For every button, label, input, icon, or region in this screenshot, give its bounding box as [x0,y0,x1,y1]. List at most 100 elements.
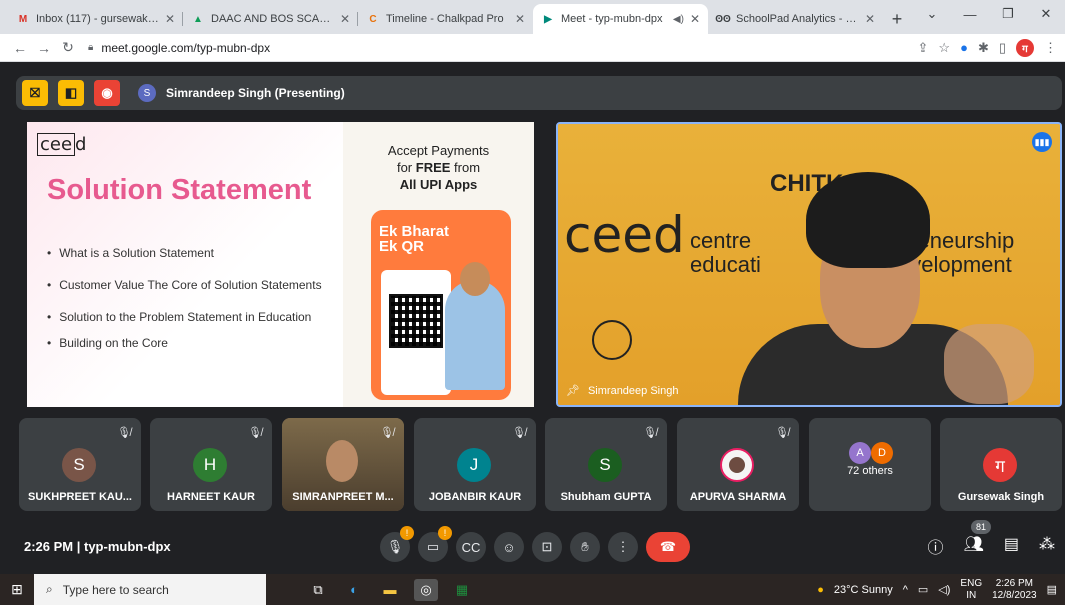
upi-advert: Accept Payments for FREE from All UPI Ap… [343,122,534,407]
search-placeholder: Type here to search [62,582,169,597]
pin-icon[interactable]: 📌︎ [566,384,580,397]
bookmark-star-icon[interactable]: ☆ [938,40,950,56]
camera-button[interactable]: ▭! [418,526,452,562]
back-icon[interactable]: ← [8,40,32,56]
excel-icon[interactable]: ▦ [450,579,474,601]
close-window-button[interactable]: ✕ [1027,0,1065,28]
microphone-button[interactable]: 🎙︎! [380,526,414,562]
tab-meet[interactable]: ▶ Meet - typ-mubn-dpx ◀) ✕ [533,4,708,34]
leave-call-button[interactable]: ☎︎ [646,532,690,562]
bulb-icon [592,320,632,360]
close-tab-icon[interactable]: ✕ [515,12,525,26]
close-tab-icon[interactable]: ✕ [340,12,350,26]
bullet-item: Building on the Core [47,336,322,368]
windows-start-icon[interactable]: ⊞ [0,581,34,598]
participant-photo [720,448,754,482]
participant-name: APURVA SHARMA [689,491,787,503]
participant-tile[interactable]: 🎙︎̸ S SUKHPREET KAU... [19,418,141,511]
participant-name: HARNEET KAUR [167,491,255,503]
forward-icon[interactable]: → [32,40,56,56]
tab-drive[interactable]: ▲ DAAC AND BOS SCAN FILE ✕ [183,4,358,34]
tab-title: DAAC AND BOS SCAN FILE [211,13,334,25]
tab-title: Timeline - Chalkpad Pro [386,13,504,25]
weather-text[interactable]: 23°C Sunny [834,584,893,596]
tab-search-icon[interactable]: ⌄ [913,0,951,28]
volume-icon[interactable]: ◁) [938,583,950,596]
extension-icon[interactable]: ● [960,40,968,55]
hide-presentation-button[interactable]: ⛝ [22,80,48,106]
participant-name: SIMRANPREET M... [292,491,394,503]
meet-stage: ⛝ ◧ ◉ S Simrandeep Singh (Presenting) ce… [0,62,1065,572]
menu-kebab-icon[interactable]: ⋮ [1044,40,1057,56]
captions-button[interactable]: CC [456,532,486,562]
share-icon[interactable]: ⇪ [918,40,929,56]
mic-off-icon: 🎙︎̸ [512,427,526,439]
raise-hand-button[interactable]: ✋︎ [570,532,600,562]
wall-logo: ceed [564,206,685,264]
presenter-video[interactable]: CHITKARA ceed centre educati preneurship… [556,122,1062,407]
close-tab-icon[interactable]: ✕ [690,12,700,26]
new-tab-button[interactable]: + [883,4,911,34]
participant-name: Shubham GUPTA [560,491,652,503]
gmail-icon: M [18,13,28,25]
drive-icon: ▲ [193,13,203,25]
advert-heading: Accept Payments for FREE from All UPI Ap… [387,143,490,192]
warning-icon: ! [400,526,414,540]
tab-gmail[interactable]: M Inbox (117) - gursewak.singh ✕ [8,4,183,34]
slide-bullets: What is a Solution Statement Customer Va… [47,246,322,368]
bullet-item: What is a Solution Statement [47,246,322,278]
task-view-icon[interactable]: ⧉ [306,579,330,601]
lock-icon[interactable]: 🔒︎ [88,42,93,53]
restore-button[interactable]: ❐ [989,0,1027,28]
meeting-details-icon[interactable]: ⓘ [928,534,944,558]
presentation-bar: ⛝ ◧ ◉ S Simrandeep Singh (Presenting) [16,76,1062,110]
language-indicator[interactable]: ENG IN [960,578,982,602]
taskbar-search[interactable]: ⌕ Type here to search [34,574,266,605]
participant-tile[interactable]: 🎙︎̸ H HARNEET KAUR [150,418,272,511]
speaking-indicator-icon: ▮▮▮ [1032,132,1052,152]
participant-tile[interactable]: 🎙︎̸ APURVA SHARMA [677,418,799,511]
tab-schoolpad[interactable]: ʘʘ SchoolPad Analytics - Chitkara ✕ [708,4,883,34]
video-name-label: 📌︎ Simrandeep Singh [566,384,679,398]
schoolpad-icon: ʘʘ [715,13,731,25]
reload-icon[interactable]: ↻ [56,39,80,56]
extensions-puzzle-icon[interactable]: ✱ [978,40,989,56]
mic-off-icon: 🎙︎̸ [775,427,789,439]
present-button[interactable]: ⊡ [532,532,562,562]
system-clock[interactable]: 2:26 PM 12/8/2023 [992,578,1037,602]
file-explorer-icon[interactable]: ▬ [378,579,402,601]
people-icon[interactable]: 👥︎ [964,534,984,558]
ad-person-image [445,262,505,390]
chalkpad-icon: C [369,13,377,25]
stop-presenting-button[interactable]: ◉ [94,80,120,106]
layout-button[interactable]: ◧ [58,80,84,106]
profile-avatar[interactable]: ग [1016,38,1034,57]
slide-title: Solution Statement [47,174,312,206]
participant-tile[interactable]: 🎙︎̸ S Shubham GUPTA [545,418,667,511]
tab-chalkpad[interactable]: C Timeline - Chalkpad Pro ✕ [358,4,533,34]
close-tab-icon[interactable]: ✕ [865,12,875,26]
emoji-button[interactable]: ☺ [494,532,524,562]
participant-tile[interactable]: 🎙︎̸ J JOBANBIR KAUR [414,418,536,511]
edge-icon[interactable]: ◐ [342,579,366,601]
minimize-button[interactable]: — [951,0,989,28]
participant-avatar: ग [983,448,1017,482]
warning-icon: ! [438,526,452,540]
url-text: meet.google.com/typ-mubn-dpx [101,40,271,55]
notifications-icon[interactable]: ▤ [1047,583,1057,596]
close-tab-icon[interactable]: ✕ [165,12,175,26]
chat-icon[interactable]: ▤ [1004,534,1019,558]
participant-avatar: H [193,448,227,482]
tab-title: SchoolPad Analytics - Chitkara [736,13,859,25]
address-bar[interactable]: 🔒︎ meet.google.com/typ-mubn-dpx [88,37,918,59]
tray-chevron-icon[interactable]: ^ [903,584,908,596]
participant-avatar: A [849,442,871,464]
chrome-icon[interactable]: ◎ [414,578,438,601]
participant-tile[interactable]: 🎙︎̸ SIMRANPREET M... [282,418,404,511]
more-options-button[interactable]: ⋮ [608,532,638,562]
activities-icon[interactable]: ⁂ [1039,534,1055,558]
network-icon[interactable]: ▭ [918,583,928,596]
participant-tile-self[interactable]: ग Gursewak Singh [940,418,1062,511]
side-panel-icon[interactable]: ▯ [999,40,1006,56]
others-tile[interactable]: A D 72 others [809,418,931,511]
